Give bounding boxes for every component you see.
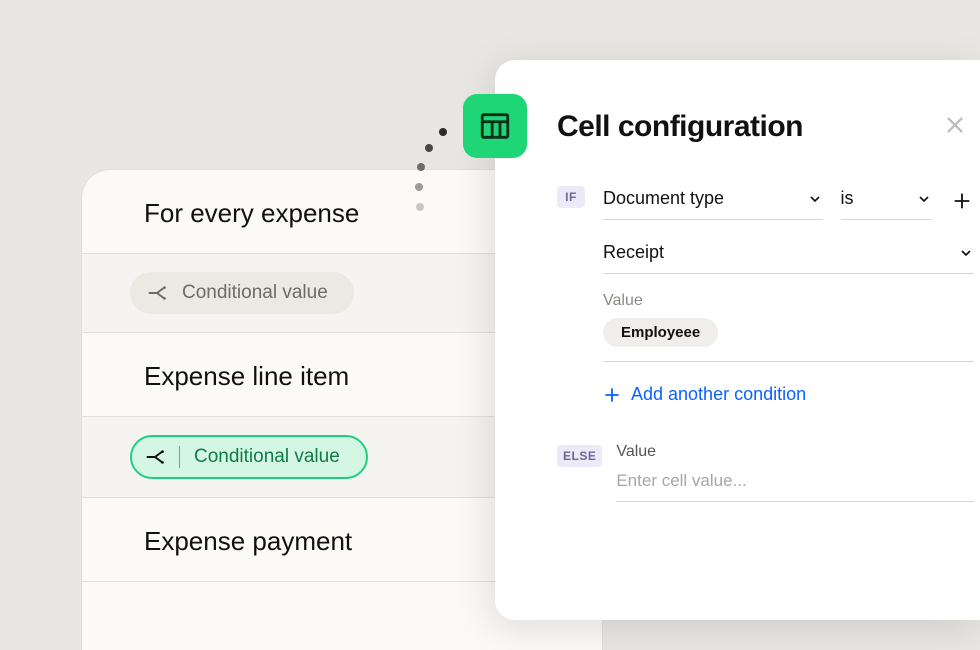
cell-configuration-panel: Cell configuration IF Document type is bbox=[495, 60, 980, 620]
operator-select[interactable]: is bbox=[841, 184, 932, 220]
branch-icon bbox=[146, 282, 168, 304]
pill-label: Conditional value bbox=[194, 446, 340, 468]
value-select-value: Receipt bbox=[603, 242, 664, 263]
connector-dot bbox=[425, 144, 433, 152]
chevron-down-icon bbox=[807, 191, 823, 207]
chevron-down-icon bbox=[958, 245, 974, 261]
close-icon bbox=[944, 114, 966, 136]
else-tag: ELSE bbox=[557, 445, 602, 467]
connector-dot bbox=[439, 128, 447, 136]
conditional-value-pill-active[interactable]: Conditional value bbox=[130, 435, 368, 479]
add-condition-label: Add another condition bbox=[631, 384, 806, 405]
if-tag: IF bbox=[557, 186, 585, 208]
else-value-label: Value bbox=[616, 443, 974, 461]
panel-title: Cell configuration bbox=[557, 110, 980, 144]
chevron-down-icon bbox=[916, 191, 932, 207]
value-field-group: Value Employeee bbox=[603, 292, 974, 362]
table-icon bbox=[478, 109, 512, 143]
else-fields: Value bbox=[616, 443, 980, 502]
operator-select-value: is bbox=[841, 188, 854, 209]
connector-dot bbox=[416, 203, 424, 211]
add-another-condition-link[interactable]: Add another condition bbox=[603, 384, 974, 405]
if-condition-block: IF Document type is Receipt bbox=[557, 184, 980, 405]
pill-label: Conditional value bbox=[182, 282, 328, 304]
else-value-input[interactable] bbox=[616, 465, 974, 502]
conditional-value-pill[interactable]: Conditional value bbox=[130, 272, 354, 314]
plus-icon bbox=[952, 191, 972, 211]
else-block: ELSE Value bbox=[557, 443, 980, 502]
table-badge bbox=[463, 94, 527, 158]
field-select-value: Document type bbox=[603, 188, 724, 209]
field-select[interactable]: Document type bbox=[603, 184, 823, 220]
plus-icon bbox=[603, 386, 621, 404]
value-label: Value bbox=[603, 292, 974, 310]
connector-dot bbox=[417, 163, 425, 171]
add-condition-button[interactable] bbox=[950, 187, 974, 218]
close-button[interactable] bbox=[944, 114, 966, 141]
value-select[interactable]: Receipt bbox=[603, 238, 974, 274]
condition-line: Document type is bbox=[603, 184, 974, 220]
connector-dot bbox=[415, 183, 423, 191]
if-fields: Document type is Receipt Value Employeee bbox=[603, 184, 980, 405]
branch-icon bbox=[144, 446, 180, 468]
value-chip[interactable]: Employeee bbox=[603, 318, 718, 347]
